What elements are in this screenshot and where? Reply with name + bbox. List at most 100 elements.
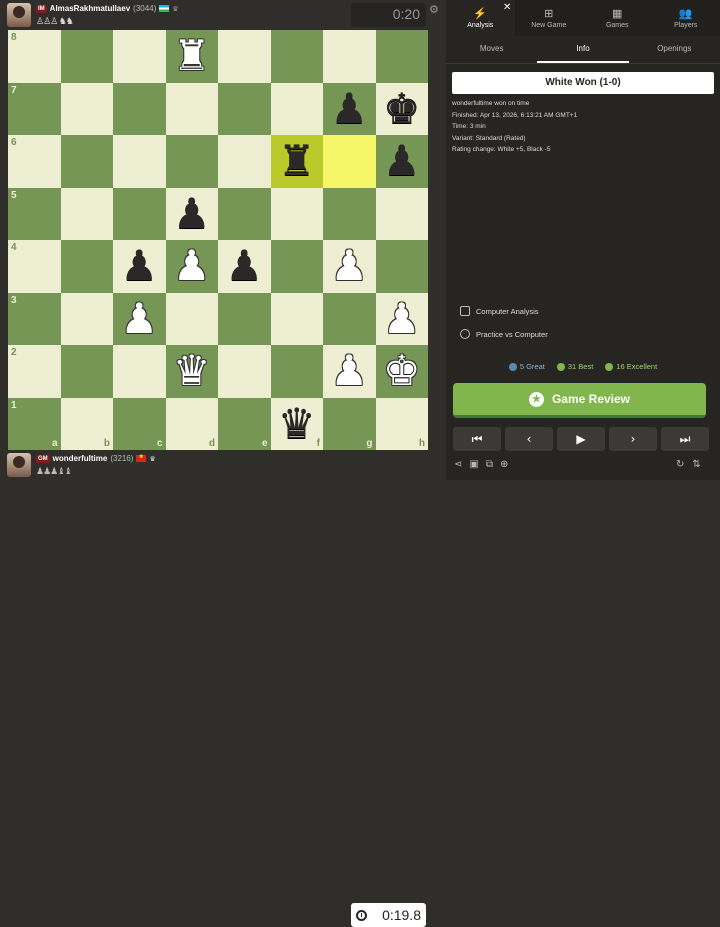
square-a6[interactable]: 6: [8, 135, 61, 188]
computer-analysis-link[interactable]: Computer Analysis: [460, 306, 539, 316]
player-name[interactable]: wonderfultime: [53, 454, 108, 463]
game-review-button[interactable]: ★ Game Review: [453, 383, 706, 418]
square-a3[interactable]: 3: [8, 293, 61, 346]
square-g2[interactable]: ♟: [323, 345, 376, 398]
square-d8[interactable]: ♜: [166, 30, 219, 83]
black-pawn-piece[interactable]: ♟: [173, 193, 211, 235]
square-c4[interactable]: ♟: [113, 240, 166, 293]
square-d6[interactable]: [166, 135, 219, 188]
square-a2[interactable]: 2: [8, 345, 61, 398]
square-c7[interactable]: [113, 83, 166, 136]
white-pawn-piece[interactable]: ♟: [120, 298, 158, 340]
square-d1[interactable]: d: [166, 398, 219, 451]
play-button[interactable]: ▶: [557, 427, 605, 451]
tab-moves[interactable]: Moves: [446, 36, 537, 63]
square-a8[interactable]: 8: [8, 30, 61, 83]
square-c1[interactable]: c: [113, 398, 166, 451]
flip-board-icon[interactable]: ⧉: [486, 459, 493, 470]
square-c5[interactable]: [113, 188, 166, 241]
white-queen-piece[interactable]: ♛: [173, 350, 211, 392]
avatar[interactable]: [7, 453, 31, 477]
square-f8[interactable]: [271, 30, 324, 83]
square-d4[interactable]: ♟: [166, 240, 219, 293]
square-b4[interactable]: [61, 240, 114, 293]
white-pawn-piece[interactable]: ♟: [330, 350, 368, 392]
square-h7[interactable]: ♚: [376, 83, 429, 136]
tab-players[interactable]: 👥 Players: [652, 0, 720, 36]
rematch-icon[interactable]: ↻: [676, 459, 684, 470]
black-king-piece[interactable]: ♚: [383, 88, 421, 130]
square-h8[interactable]: [376, 30, 429, 83]
square-c3[interactable]: ♟: [113, 293, 166, 346]
white-rook-piece[interactable]: ♜: [173, 35, 211, 77]
square-e6[interactable]: [218, 135, 271, 188]
square-f6[interactable]: ♜: [271, 135, 324, 188]
black-pawn-piece[interactable]: ♟: [225, 245, 263, 287]
square-b5[interactable]: [61, 188, 114, 241]
close-icon[interactable]: ✕: [503, 2, 511, 13]
square-f4[interactable]: [271, 240, 324, 293]
square-a4[interactable]: 4: [8, 240, 61, 293]
square-g6[interactable]: [323, 135, 376, 188]
black-queen-piece[interactable]: ♛: [278, 403, 316, 445]
square-a5[interactable]: 5: [8, 188, 61, 241]
square-h4[interactable]: [376, 240, 429, 293]
square-d3[interactable]: [166, 293, 219, 346]
square-b6[interactable]: [61, 135, 114, 188]
square-h3[interactable]: ♟: [376, 293, 429, 346]
flip-icon[interactable]: ⇅: [692, 459, 700, 470]
square-c6[interactable]: [113, 135, 166, 188]
share-icon[interactable]: ⋖: [454, 459, 462, 470]
square-f5[interactable]: [271, 188, 324, 241]
black-pawn-piece[interactable]: ♟: [120, 245, 158, 287]
square-f7[interactable]: [271, 83, 324, 136]
tab-openings[interactable]: Openings: [629, 36, 720, 63]
square-b2[interactable]: [61, 345, 114, 398]
square-e8[interactable]: [218, 30, 271, 83]
previous-move-button[interactable]: ‹: [505, 427, 553, 451]
white-pawn-piece[interactable]: ♟: [383, 298, 421, 340]
black-rook-piece[interactable]: ♜: [278, 140, 316, 182]
practice-vs-computer-link[interactable]: Practice vs Computer: [460, 329, 548, 339]
square-g3[interactable]: [323, 293, 376, 346]
tab-games[interactable]: ▦ Games: [583, 0, 652, 36]
square-d5[interactable]: ♟: [166, 188, 219, 241]
tab-info[interactable]: Info: [537, 36, 628, 63]
square-e3[interactable]: [218, 293, 271, 346]
square-h1[interactable]: h: [376, 398, 429, 451]
zoom-icon[interactable]: ⊕: [500, 459, 508, 470]
square-g8[interactable]: [323, 30, 376, 83]
square-h2[interactable]: ♚: [376, 345, 429, 398]
square-f3[interactable]: [271, 293, 324, 346]
square-d2[interactable]: ♛: [166, 345, 219, 398]
square-b3[interactable]: [61, 293, 114, 346]
square-e4[interactable]: ♟: [218, 240, 271, 293]
gear-icon[interactable]: ⚙: [429, 3, 439, 16]
square-e2[interactable]: [218, 345, 271, 398]
white-pawn-piece[interactable]: ♟: [173, 245, 211, 287]
square-e7[interactable]: [218, 83, 271, 136]
square-b1[interactable]: b: [61, 398, 114, 451]
square-g5[interactable]: [323, 188, 376, 241]
black-pawn-piece[interactable]: ♟: [383, 140, 421, 182]
square-b8[interactable]: [61, 30, 114, 83]
square-b7[interactable]: [61, 83, 114, 136]
avatar[interactable]: [7, 3, 31, 27]
next-move-button[interactable]: ›: [609, 427, 657, 451]
square-e5[interactable]: [218, 188, 271, 241]
square-c2[interactable]: [113, 345, 166, 398]
first-move-button[interactable]: ⏮: [453, 427, 501, 451]
square-g4[interactable]: ♟: [323, 240, 376, 293]
square-a7[interactable]: 7: [8, 83, 61, 136]
white-king-piece[interactable]: ♚: [383, 350, 421, 392]
player-name[interactable]: AlmasRakhmatullaev: [50, 4, 130, 13]
black-pawn-piece[interactable]: ♟: [330, 88, 368, 130]
square-h6[interactable]: ♟: [376, 135, 429, 188]
square-f1[interactable]: f♛: [271, 398, 324, 451]
square-d7[interactable]: [166, 83, 219, 136]
camera-icon[interactable]: ▣: [469, 459, 478, 470]
square-g7[interactable]: ♟: [323, 83, 376, 136]
white-pawn-piece[interactable]: ♟: [330, 245, 368, 287]
square-a1[interactable]: 1a: [8, 398, 61, 451]
last-move-button[interactable]: ⏭: [661, 427, 709, 451]
